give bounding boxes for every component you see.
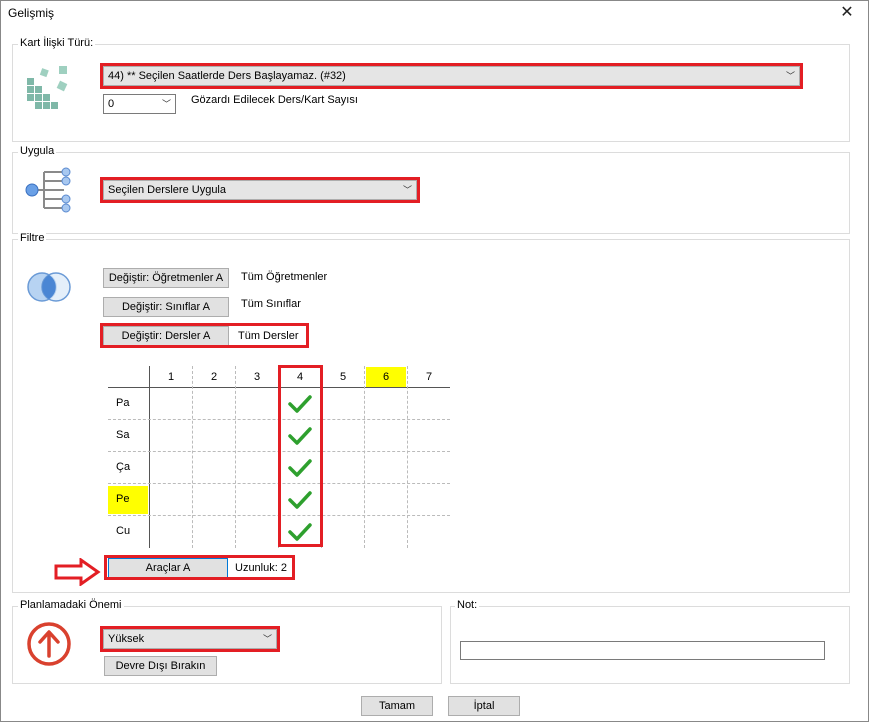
row-header-pa[interactable]: Pa [108, 397, 148, 409]
grid-line [364, 366, 365, 548]
cancel-button[interactable]: İptal [448, 696, 520, 716]
ignore-count-value: 0 [108, 98, 115, 110]
disable-button[interactable]: Devre Dışı Bırakın [104, 656, 217, 676]
column-header-3[interactable]: 3 [236, 371, 278, 383]
importance-legend: Planlamadaki Önemi [18, 599, 124, 611]
card-relation-legend: Kart İlişki Türü: [18, 37, 96, 49]
relation-type-icon [27, 66, 68, 109]
column-header-7[interactable]: 7 [408, 371, 450, 383]
window-title: Gelişmiş [8, 6, 55, 20]
ok-button[interactable]: Tamam [361, 696, 433, 716]
teachers-filter-value: Tüm Öğretmenler [241, 271, 328, 283]
column-header-6[interactable]: 6 [365, 371, 407, 383]
venn-filter-icon [27, 272, 71, 302]
annotation-box-relation [100, 63, 803, 89]
note-input[interactable] [460, 641, 825, 660]
grid-line [407, 366, 408, 548]
note-legend: Not: [455, 599, 480, 611]
annotation-box-apply [100, 177, 420, 203]
filter-group [12, 239, 850, 593]
column-header-5[interactable]: 5 [322, 371, 364, 383]
column-header-2[interactable]: 2 [193, 371, 235, 383]
classes-filter-value: Tüm Sınıflar [241, 298, 301, 310]
change-teachers-button[interactable]: Değiştir: Öğretmenler A [103, 268, 229, 288]
annotation-box-importance [100, 626, 280, 652]
row-header-pe[interactable]: Pe [108, 493, 148, 505]
apply-tree-icon [25, 167, 71, 213]
card-relation-group [12, 44, 850, 142]
grid-row-axis [149, 366, 150, 548]
ignore-count-label: Gözardı Edilecek Ders/Kart Sayısı [191, 94, 358, 106]
grid-line [235, 366, 236, 548]
priority-up-icon [27, 622, 71, 666]
row-header-ca[interactable]: Ça [108, 461, 148, 473]
apply-legend: Uygula [18, 145, 57, 157]
row-header-cu[interactable]: Cu [108, 525, 148, 537]
ignore-count-dropdown[interactable]: 0 ﹀ [103, 94, 176, 114]
row-header-sa[interactable]: Sa [108, 429, 148, 441]
annotation-box-subjects [100, 323, 309, 348]
grid-line [192, 366, 193, 548]
annotation-box-tools [104, 555, 295, 580]
close-icon[interactable]: ✕ [836, 2, 858, 24]
change-classes-button[interactable]: Değiştir: Sınıflar A [103, 297, 229, 317]
chevron-down-icon: ﹀ [161, 99, 171, 109]
annotation-box-column-4 [278, 365, 323, 547]
column-header-1[interactable]: 1 [150, 371, 192, 383]
filter-legend: Filtre [18, 232, 47, 244]
arrow-right-icon [54, 558, 101, 586]
